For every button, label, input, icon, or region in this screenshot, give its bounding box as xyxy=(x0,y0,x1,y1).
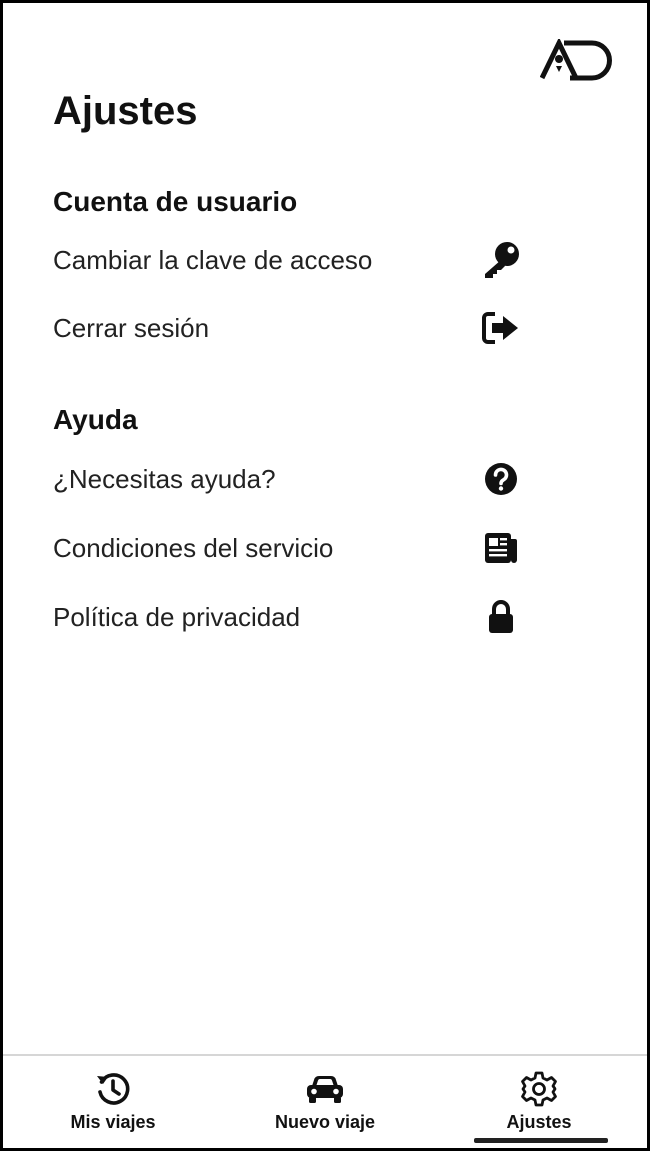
need-help-label: ¿Necesitas ayuda? xyxy=(53,463,276,494)
terms-of-service-label: Condiciones del servicio xyxy=(53,532,334,563)
sign-out-icon xyxy=(479,306,523,350)
logout-label: Cerrar sesión xyxy=(53,312,210,343)
brand-logo xyxy=(539,37,616,81)
page-title: Ajustes xyxy=(53,89,198,133)
need-help-item[interactable]: ¿Necesitas ayuda? xyxy=(53,453,523,505)
lock-icon xyxy=(479,595,523,639)
section-title-help: Ayuda xyxy=(53,404,138,435)
privacy-policy-item[interactable]: Política de privacidad xyxy=(53,591,523,643)
nav-tab-settings[interactable]: Ajustes xyxy=(487,1056,591,1148)
section-title-user-account: Cuenta de usuario xyxy=(53,186,298,217)
change-password-item[interactable]: Cambiar la clave de acceso xyxy=(53,234,523,286)
newspaper-icon xyxy=(479,526,523,570)
nav-label-my-trips: Mis viajes xyxy=(70,1112,156,1132)
privacy-policy-label: Política de privacidad xyxy=(53,601,301,632)
nav-tab-new-trip[interactable]: Nuevo viaje xyxy=(265,1056,385,1148)
app-screen: Ajustes Cuenta de usuario Cambiar la cla… xyxy=(0,0,650,1151)
bottom-navigation: Mis viajes Nuevo viaje Ajustes xyxy=(3,1054,647,1148)
car-icon xyxy=(305,1070,345,1108)
nav-tab-my-trips[interactable]: Mis viajes xyxy=(57,1056,169,1148)
logout-item[interactable]: Cerrar sesión xyxy=(53,302,523,354)
active-tab-indicator xyxy=(474,1138,608,1143)
change-password-label: Cambiar la clave de acceso xyxy=(53,244,373,275)
question-circle-icon xyxy=(479,457,523,501)
nav-label-new-trip: Nuevo viaje xyxy=(274,1112,376,1132)
history-icon xyxy=(94,1070,132,1108)
gear-icon xyxy=(520,1070,558,1108)
key-icon xyxy=(479,238,523,282)
terms-of-service-item[interactable]: Condiciones del servicio xyxy=(53,522,523,574)
nav-label-settings: Ajustes xyxy=(506,1112,572,1132)
